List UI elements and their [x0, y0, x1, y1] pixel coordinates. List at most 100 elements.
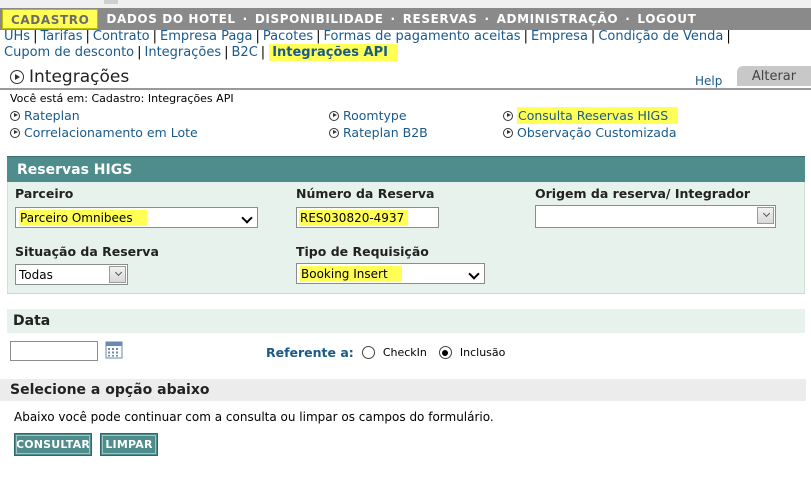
subnav-separator: |: [152, 29, 158, 44]
subnav-cupom-desconto[interactable]: Cupom de desconto: [4, 45, 134, 60]
breadcrumb: Você está em: Cadastro: Integrações API: [10, 92, 234, 105]
page-title: Integrações: [10, 66, 129, 88]
quick-links: Rateplan Roomtype Consulta Reservas HIGS…: [0, 106, 811, 142]
label-parceiro: Parceiro: [15, 186, 74, 201]
link-label: Rateplan B2B: [343, 125, 428, 140]
subnav-formas-pagamento[interactable]: Formas de pagamento aceitas: [324, 29, 521, 44]
subnav-integracoes[interactable]: Integrações: [145, 45, 222, 60]
nav-dados-do-hotel[interactable]: DADOS DO HOTEL: [106, 12, 235, 26]
calendar-icon[interactable]: [105, 341, 123, 359]
referente-row: Referente a: CheckIn Inclusão: [266, 345, 517, 360]
subnav-b2c[interactable]: B2C: [232, 45, 258, 60]
dropdown-button[interactable]: [109, 266, 126, 283]
chevron-down-icon: [114, 268, 123, 277]
subnav-separator: |: [523, 29, 528, 44]
limpar-button[interactable]: LIMPAR: [100, 433, 158, 456]
dropdown-button[interactable]: [757, 207, 774, 224]
top-strip: [0, 0, 811, 8]
numero-reserva-value: RES030820-4937: [299, 209, 409, 226]
chevron-down-icon: [241, 212, 253, 224]
tipo-requisicao-value: Booking Insert: [300, 265, 402, 282]
numero-reserva-input[interactable]: RES030820-4937: [296, 207, 439, 228]
tipo-requisicao-select[interactable]: Booking Insert: [296, 263, 485, 284]
subnav-separator: |: [316, 29, 321, 44]
circle-arrow-icon: [10, 70, 24, 84]
circle-arrow-icon: [503, 127, 513, 138]
subnav-tarifas[interactable]: Tarifas: [40, 29, 82, 44]
chevron-down-icon: [468, 268, 480, 280]
info-text: Abaixo você pode continuar com a consult…: [14, 410, 494, 424]
radio-checkin-label: CheckIn: [382, 346, 427, 359]
situacao-value: Todas: [19, 267, 53, 282]
subnav-separator: |: [85, 29, 90, 44]
circle-arrow-icon: [329, 110, 339, 121]
radio-checkin[interactable]: [361, 346, 375, 359]
chevron-down-icon: [762, 209, 771, 218]
main-nav: CADASTRO DADOS DO HOTEL · DISPONIBILIDAD…: [0, 8, 811, 30]
radio-inclusao-label: Inclusão: [459, 346, 506, 359]
nav-logout[interactable]: LOGOUT: [637, 12, 696, 26]
nav-disponibilidade[interactable]: DISPONIBILIDADE: [255, 12, 384, 26]
link-roomtype[interactable]: Roomtype: [329, 108, 407, 123]
title-divider: [0, 88, 811, 90]
circle-arrow-icon: [10, 127, 20, 138]
nav-separator: ·: [390, 12, 396, 26]
label-origem: Origem da reserva/ Integrador: [535, 186, 751, 201]
alterar-tab[interactable]: Alterar: [737, 66, 811, 86]
link-rateplan-b2b[interactable]: Rateplan B2B: [329, 125, 428, 140]
nav-separator: ·: [625, 12, 631, 26]
link-correlacionamento-lote[interactable]: Correlacionamento em Lote: [10, 125, 198, 140]
link-observacao-customizada[interactable]: Observação Customizada: [503, 125, 677, 140]
link-label: Observação Customizada: [517, 125, 677, 140]
nav-cadastro[interactable]: CADASTRO: [2, 9, 99, 29]
resize-handle: [104, 0, 118, 4]
label-numero-reserva: Número da Reserva: [296, 186, 435, 201]
nav-separator: ·: [242, 12, 248, 26]
nav-separator: ·: [484, 12, 490, 26]
radio-inclusao[interactable]: [438, 346, 452, 359]
subnav-separator: |: [137, 45, 142, 60]
subnav-separator: |: [726, 29, 731, 44]
origem-select[interactable]: [535, 205, 776, 228]
subnav-empresa[interactable]: Empresa: [531, 29, 588, 44]
link-consulta-reservas-higs[interactable]: Consulta Reservas HIGS: [503, 107, 679, 124]
subnav-separator: |: [33, 29, 38, 44]
circle-arrow-icon: [329, 127, 339, 138]
parceiro-select[interactable]: Parceiro Omnibees: [15, 207, 258, 228]
subnav-contrato[interactable]: Contrato: [93, 29, 150, 44]
subnav-integracoes-api[interactable]: Integrações API: [269, 44, 398, 61]
help-link[interactable]: Help: [695, 74, 722, 88]
circle-arrow-icon: [503, 110, 513, 121]
nav-reservas[interactable]: RESERVAS: [403, 12, 478, 26]
circle-arrow-icon: [10, 110, 20, 121]
consultar-button[interactable]: CONSULTAR: [14, 433, 92, 456]
section-data: Data: [7, 309, 805, 333]
subnav-uhs[interactable]: UHs: [4, 29, 30, 44]
date-input[interactable]: [10, 341, 98, 361]
subnav-separator: |: [224, 45, 229, 60]
form-panel: Parceiro Parceiro Omnibees Número da Res…: [7, 182, 805, 293]
section-reservas-higs: Reservas HIGS: [7, 156, 805, 182]
link-label: Correlacionamento em Lote: [24, 125, 198, 140]
section-selecione: Selecione a opção abaixo: [0, 379, 806, 401]
page-title-text: Integrações: [29, 67, 130, 87]
panel-divider: [7, 293, 805, 294]
subnav-separator: |: [255, 29, 260, 44]
label-tipo-requisicao: Tipo de Requisição: [296, 244, 429, 259]
link-label: Rateplan: [24, 108, 80, 123]
situacao-select[interactable]: Todas: [15, 264, 128, 285]
link-rateplan[interactable]: Rateplan: [10, 108, 80, 123]
subnav-condicao-venda[interactable]: Condição de Venda: [598, 29, 723, 44]
subnav-empresa-paga[interactable]: Empresa Paga: [160, 29, 253, 44]
subnav-separator: |: [260, 45, 266, 60]
title-bar: Integrações Help Alterar: [0, 66, 811, 90]
sub-nav: UHs | Tarifas | Contrato | Empresa Paga | Pacote…: [4, 29, 804, 61]
label-situacao: Situação da Reserva: [15, 244, 159, 259]
referente-label: Referente a:: [266, 345, 354, 360]
parceiro-value: Parceiro Omnibees: [19, 209, 147, 226]
nav-administracao[interactable]: ADMINISTRAÇÃO: [497, 12, 619, 26]
subnav-separator: |: [590, 29, 596, 44]
subnav-pacotes[interactable]: Pacotes: [263, 29, 313, 44]
link-label: Roomtype: [343, 108, 407, 123]
link-label: Consulta Reservas HIGS: [517, 107, 679, 124]
